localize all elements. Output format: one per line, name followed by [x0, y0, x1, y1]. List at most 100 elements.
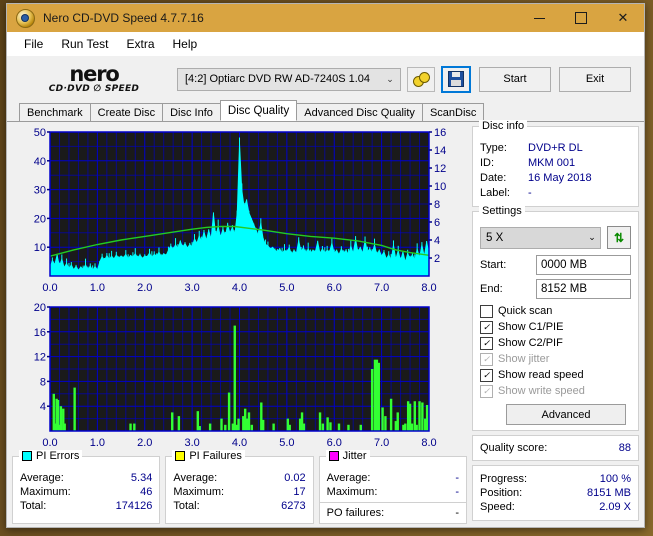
- show-c1-pie-checkbox[interactable]: ✓: [480, 320, 493, 334]
- disc-info-legend: Disc info: [479, 120, 528, 132]
- svg-text:14: 14: [434, 145, 446, 157]
- disc-label-label: Label:: [480, 187, 510, 199]
- pi-errors-color-swatch: [22, 451, 32, 461]
- menu-item-help[interactable]: Help: [164, 35, 207, 53]
- nero-disc-icon: [16, 8, 35, 28]
- show-jitter-row: ✓ Show jitter: [480, 351, 631, 367]
- pi-failures-maximum-value: 17: [293, 486, 306, 498]
- pi-failures-chart-svg: 4 8 12 16 20 0.0 1.0 2.0 3.0 4.0 5.0 6.0 7.0 8.0: [34, 302, 437, 449]
- side-panel: Disc info Type: DVD+R DL ID: MKM 001 Dat…: [472, 120, 639, 522]
- show-jitter-label: Show jitter: [498, 353, 550, 365]
- show-c2-pif-row[interactable]: ✓ Show C2/PIF: [480, 335, 631, 351]
- end-row: End: 8152 MB: [480, 279, 631, 299]
- save-button[interactable]: [441, 65, 471, 93]
- pi-failures-chart: 4 8 12 16 20 0.0 1.0 2.0 3.0 4.0 5.0 6.0 7.0 8.0: [12, 301, 467, 453]
- svg-text:8.0: 8.0: [421, 282, 436, 294]
- settings-box: Settings 5 X ⌄ ⇅ Start: 0000 MB End: 815…: [472, 205, 639, 431]
- disc-quality-panel: 10 20 30 40 50 2 4 6 8 10 12 14 16 0.0 1.0 2.0 3.0 4.0 5.0…: [7, 120, 644, 527]
- po-failures-label: PO failures:: [326, 507, 385, 519]
- chevron-down-icon: ⌄: [386, 73, 394, 84]
- po-failures-row: PO failures: -: [319, 502, 466, 520]
- jitter-average-row: Average: -: [327, 471, 459, 485]
- disc-date-label: Date:: [480, 172, 507, 184]
- tab-disc-quality[interactable]: Disc Quality: [219, 100, 298, 121]
- menu-item-file[interactable]: File: [15, 35, 52, 53]
- po-failures-value: -: [455, 507, 459, 519]
- menu-item-run-test[interactable]: Run Test: [52, 35, 117, 53]
- pi-failures-maximum-label: Maximum:: [173, 486, 225, 498]
- svg-text:2.0: 2.0: [137, 282, 152, 294]
- end-input[interactable]: 8152 MB: [536, 279, 631, 299]
- svg-text:16: 16: [34, 327, 46, 339]
- pi-failures-legend-label: PI Failures: [189, 450, 242, 462]
- show-jitter-checkbox: ✓: [480, 352, 493, 366]
- show-read-speed-row[interactable]: ✓ Show read speed: [480, 367, 631, 383]
- pi-failures-stats: PI Failures Average: 0.02 Maximum: 17 To…: [165, 450, 314, 524]
- drive-select-value: [4:2] Optiarc DVD RW AD-7240S 1.04: [185, 73, 371, 85]
- maximize-button[interactable]: [560, 4, 602, 32]
- svg-text:20: 20: [34, 302, 46, 314]
- tab-disc-info[interactable]: Disc Info: [162, 103, 221, 121]
- app-window: Nero CD-DVD Speed 4.7.7.16 ✕ File Run Te…: [6, 3, 645, 528]
- pi-errors-average-label: Average:: [20, 472, 64, 484]
- start-label: Start:: [480, 259, 507, 271]
- quality-score-box: Quality score: 88: [472, 435, 639, 461]
- window-title: Nero CD-DVD Speed 4.7.7.16: [43, 11, 204, 25]
- svg-text:8: 8: [40, 376, 46, 388]
- start-input[interactable]: 0000 MB: [536, 255, 631, 275]
- pi-failures-legend: PI Failures: [172, 450, 245, 462]
- tab-scandisc[interactable]: ScanDisc: [421, 103, 485, 121]
- nero-logo: nero CD·DVD ∅ SPEED: [33, 61, 155, 94]
- speed-readout-row: Speed: 2.09 X: [480, 500, 631, 514]
- tab-advanced-disc-quality[interactable]: Advanced Disc Quality: [296, 103, 423, 121]
- end-label: End:: [480, 283, 503, 295]
- jitter-legend: Jitter: [325, 450, 370, 462]
- advanced-button[interactable]: Advanced: [506, 404, 626, 425]
- tab-bar: Benchmark Create Disc Disc Info Disc Qua…: [7, 100, 644, 122]
- refresh-icon: ⇅: [613, 230, 625, 245]
- svg-text:12: 12: [34, 352, 46, 364]
- jitter-maximum-value: -: [455, 486, 459, 498]
- pi-errors-average-value: 5.34: [130, 472, 153, 484]
- speed-select[interactable]: 5 X ⌄: [480, 226, 601, 249]
- disc-id-value: MKM 001: [528, 157, 576, 169]
- svg-text:1.0: 1.0: [90, 282, 105, 294]
- toolbar: nero CD·DVD ∅ SPEED [4:2] Optiarc DVD RW…: [7, 56, 644, 102]
- svg-text:1.0: 1.0: [90, 437, 105, 449]
- jitter-color-swatch: [328, 451, 339, 461]
- settings-legend: Settings: [479, 205, 525, 217]
- logo-cddvdspeed-text: CD·DVD ∅ SPEED: [48, 83, 140, 94]
- quick-scan-row[interactable]: Quick scan: [480, 303, 631, 319]
- start-row: Start: 0000 MB: [480, 255, 631, 275]
- quality-score-row: Quality score: 88: [480, 442, 631, 454]
- logo-nero-text: nero: [69, 61, 119, 86]
- svg-text:2: 2: [434, 253, 440, 265]
- minimize-icon: [533, 17, 545, 19]
- eject-disc-button[interactable]: [407, 66, 435, 92]
- show-c2-pif-checkbox[interactable]: ✓: [480, 336, 493, 350]
- menu-item-extra[interactable]: Extra: [117, 35, 163, 53]
- svg-text:12: 12: [434, 163, 446, 175]
- minimize-button[interactable]: [518, 4, 560, 32]
- disc-id-label: ID:: [480, 157, 495, 169]
- disc-info-box: Disc info Type: DVD+R DL ID: MKM 001 Dat…: [472, 120, 639, 207]
- disc-date-row: Date: 16 May 2018: [480, 171, 631, 186]
- start-button[interactable]: Start: [479, 66, 551, 92]
- refresh-button[interactable]: ⇅: [607, 226, 631, 249]
- close-button[interactable]: ✕: [602, 4, 644, 32]
- svg-text:7.0: 7.0: [374, 437, 389, 449]
- pi-errors-maximum-row: Maximum: 46: [20, 485, 152, 499]
- tab-benchmark[interactable]: Benchmark: [19, 103, 91, 121]
- pi-errors-legend: PI Errors: [19, 450, 83, 462]
- show-c1-pie-row[interactable]: ✓ Show C1/PIE: [480, 319, 631, 335]
- quick-scan-checkbox[interactable]: [480, 304, 493, 318]
- pi-errors-total-value: 174126: [115, 500, 153, 512]
- show-read-speed-checkbox[interactable]: ✓: [480, 368, 493, 382]
- svg-text:8.0: 8.0: [421, 437, 436, 449]
- drive-select[interactable]: [4:2] Optiarc DVD RW AD-7240S 1.04 ⌄: [177, 67, 401, 91]
- exit-button[interactable]: Exit: [559, 66, 631, 92]
- svg-text:16: 16: [434, 127, 446, 139]
- pi-failures-average-row: Average: 0.02: [173, 471, 305, 485]
- tab-create-disc[interactable]: Create Disc: [89, 103, 164, 121]
- svg-text:5.0: 5.0: [279, 437, 294, 449]
